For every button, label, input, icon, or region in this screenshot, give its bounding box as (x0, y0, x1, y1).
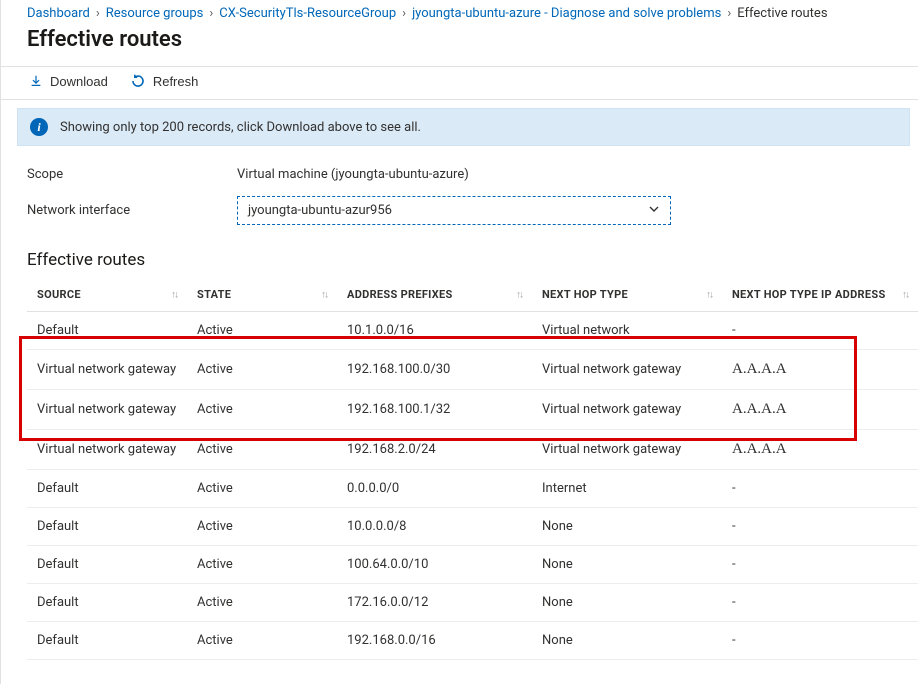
refresh-button[interactable]: Refresh (130, 73, 199, 89)
cell-source: Default (27, 470, 187, 508)
table-row: DefaultActive172.16.0.0/12None- (27, 584, 918, 622)
sort-icon: ↑↓ (516, 289, 522, 300)
chevron-down-icon (648, 203, 660, 219)
col-header-state-label: State (197, 288, 231, 301)
cell-prefix: 192.168.100.0/30 (337, 350, 532, 390)
table-row: DefaultActive192.168.0.0/16None- (27, 622, 918, 660)
breadcrumb-sep: › (209, 6, 213, 21)
col-header-source[interactable]: Source ↑↓ (27, 278, 187, 312)
cell-hopip: - (722, 312, 918, 350)
cell-source: Virtual network gateway (27, 350, 187, 390)
cell-hoptype: Virtual network gateway (532, 350, 722, 390)
cell-state: Active (187, 470, 337, 508)
info-icon: i (30, 118, 48, 136)
breadcrumb-sep: › (727, 6, 731, 21)
effective-routes-table: Source ↑↓ State ↑↓ Address Prefixes ↑↓ Next… (27, 278, 918, 660)
cell-hopip: A.A.A.A (722, 390, 918, 430)
cell-hopip: - (722, 622, 918, 660)
col-header-hopip-label: Next Hop Type IP Address (732, 288, 886, 301)
sort-icon: ↑↓ (321, 289, 327, 300)
scope-value: Virtual machine (jyoungta-ubuntu-azure) (237, 167, 469, 182)
col-header-next-hop-ip[interactable]: Next Hop Type IP Address ↑↓ (722, 278, 918, 312)
cell-hopip: A.A.A.A (722, 430, 918, 470)
cell-hoptype: None (532, 622, 722, 660)
cell-state: Active (187, 508, 337, 546)
cell-prefix: 192.168.0.0/16 (337, 622, 532, 660)
section-title: Effective routes (1, 232, 918, 278)
cell-hopip: - (722, 470, 918, 508)
refresh-label: Refresh (153, 74, 199, 89)
cell-state: Active (187, 430, 337, 470)
col-header-source-label: Source (37, 288, 81, 301)
col-header-prefix-label: Address Prefixes (347, 288, 453, 301)
cell-prefix: 10.1.0.0/16 (337, 312, 532, 350)
cell-state: Active (187, 546, 337, 584)
cell-source: Default (27, 508, 187, 546)
table-row: Virtual network gatewayActive192.168.100… (27, 390, 918, 430)
toolbar: Download Refresh (1, 66, 918, 100)
col-header-hoptype-label: Next Hop Type (542, 288, 628, 301)
refresh-icon (130, 73, 146, 89)
page-title: Effective routes (1, 25, 918, 66)
col-header-address-prefixes[interactable]: Address Prefixes ↑↓ (337, 278, 532, 312)
cell-prefix: 172.16.0.0/12 (337, 584, 532, 622)
network-interface-label: Network interface (27, 203, 237, 218)
breadcrumb-sep: › (96, 6, 100, 21)
cell-hoptype: Virtual network gateway (532, 430, 722, 470)
info-message: Showing only top 200 records, click Down… (60, 120, 421, 135)
cell-state: Active (187, 622, 337, 660)
cell-state: Active (187, 584, 337, 622)
cell-hopip: A.A.A.A (722, 350, 918, 390)
cell-prefix: 192.168.2.0/24 (337, 430, 532, 470)
table-row: DefaultActive10.1.0.0/16Virtual network- (27, 312, 918, 350)
cell-source: Default (27, 584, 187, 622)
cell-hoptype: None (532, 584, 722, 622)
cell-source: Default (27, 622, 187, 660)
network-interface-value: jyoungta-ubuntu-azur956 (248, 203, 392, 218)
download-label: Download (50, 74, 108, 89)
sort-icon: ↑↓ (706, 289, 712, 300)
breadcrumb-link-resource-groups[interactable]: Resource groups (106, 6, 204, 21)
cell-source: Default (27, 546, 187, 584)
cell-state: Active (187, 390, 337, 430)
table-row: DefaultActive0.0.0.0/0Internet- (27, 470, 918, 508)
cell-hoptype: Virtual network (532, 312, 722, 350)
sort-icon: ↑↓ (171, 289, 177, 300)
cell-prefix: 0.0.0.0/0 (337, 470, 532, 508)
table-row: DefaultActive100.64.0.0/10None- (27, 546, 918, 584)
cell-hopip: - (722, 508, 918, 546)
cell-prefix: 192.168.100.1/32 (337, 390, 532, 430)
cell-prefix: 10.0.0.0/8 (337, 508, 532, 546)
cell-state: Active (187, 312, 337, 350)
scope-label: Scope (27, 167, 237, 182)
table-row: DefaultActive10.0.0.0/8None- (27, 508, 918, 546)
table-row: Virtual network gatewayActive192.168.2.0… (27, 430, 918, 470)
breadcrumb-sep: › (402, 6, 406, 21)
breadcrumb-link-rg[interactable]: CX-SecurityTls-ResourceGroup (219, 6, 396, 21)
col-header-next-hop-type[interactable]: Next Hop Type ↑↓ (532, 278, 722, 312)
cell-hoptype: Virtual network gateway (532, 390, 722, 430)
cell-source: Virtual network gateway (27, 430, 187, 470)
download-icon (29, 74, 43, 88)
breadcrumb-current: Effective routes (737, 6, 827, 21)
network-interface-select[interactable]: jyoungta-ubuntu-azur956 (237, 196, 671, 225)
sort-icon: ↑↓ (902, 289, 908, 300)
breadcrumb-link-dashboard[interactable]: Dashboard (27, 6, 90, 21)
table-row: Virtual network gatewayActive192.168.100… (27, 350, 918, 390)
cell-source: Virtual network gateway (27, 390, 187, 430)
breadcrumb: Dashboard › Resource groups › CX-Securit… (1, 0, 918, 25)
download-button[interactable]: Download (29, 74, 108, 89)
cell-hoptype: Internet (532, 470, 722, 508)
cell-hoptype: None (532, 508, 722, 546)
cell-state: Active (187, 350, 337, 390)
cell-source: Default (27, 312, 187, 350)
cell-hopip: - (722, 546, 918, 584)
cell-hopip: - (722, 584, 918, 622)
breadcrumb-link-diagnose[interactable]: jyoungta-ubuntu-azure - Diagnose and sol… (412, 6, 721, 21)
col-header-state[interactable]: State ↑↓ (187, 278, 337, 312)
cell-prefix: 100.64.0.0/10 (337, 546, 532, 584)
cell-hoptype: None (532, 546, 722, 584)
table-header-row: Source ↑↓ State ↑↓ Address Prefixes ↑↓ Next… (27, 278, 918, 312)
info-bar: i Showing only top 200 records, click Do… (17, 108, 910, 146)
